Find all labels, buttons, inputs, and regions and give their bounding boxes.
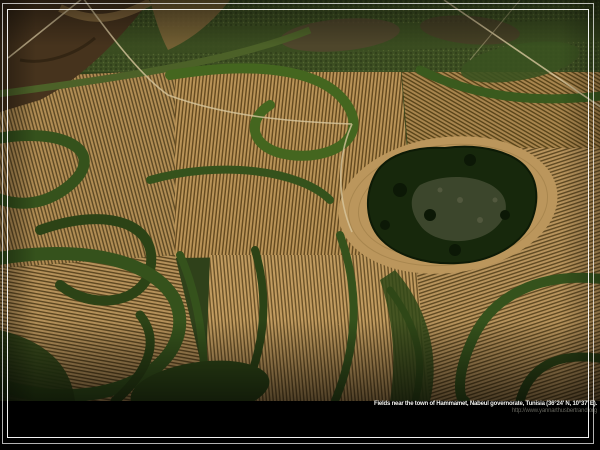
desktop-wallpaper: Fields near the town of Hammamet, Nabeul… (0, 0, 600, 450)
caption-credit-url: http://www.yannarthusbertrand.org (374, 408, 597, 414)
aerial-fields-photo (0, 0, 600, 401)
photo-caption: Fields near the town of Hammamet, Nabeul… (374, 401, 597, 414)
caption-location: Fields near the town of Hammamet, Nabeul… (374, 401, 597, 407)
